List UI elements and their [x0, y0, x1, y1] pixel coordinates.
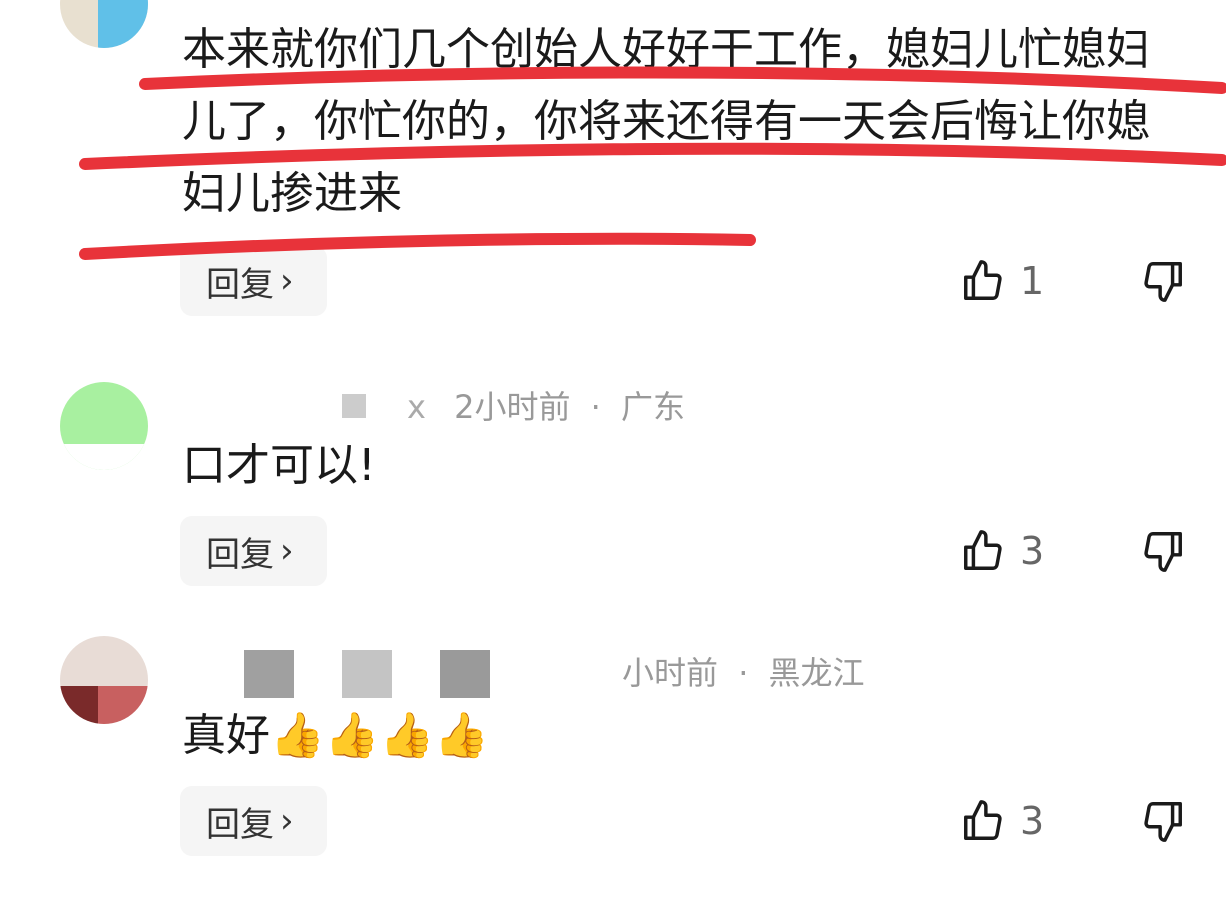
- username-redacted[interactable]: [182, 650, 622, 698]
- chevron-right-icon: ›: [280, 261, 294, 301]
- thumbs-down-icon[interactable]: [1140, 258, 1186, 304]
- avatar[interactable]: [60, 382, 148, 470]
- mosaic-block: [440, 650, 490, 698]
- avatar[interactable]: [60, 0, 148, 48]
- comment-meta: 小时前 · 黑龙江: [182, 648, 865, 698]
- meta-separator: ·: [738, 654, 749, 692]
- avatar-mosaic: [98, 686, 148, 724]
- username-redacted[interactable]: [182, 394, 407, 424]
- like-count: 3: [1020, 529, 1045, 573]
- comment-item: x 2小时前 · 广东 口才可以! 回复 › 3: [0, 330, 1226, 600]
- chevron-right-icon: ›: [280, 801, 294, 841]
- comment-item: 小时前 · 黑龙江 真好👍👍👍👍 回复 › 3: [0, 600, 1226, 902]
- comment-text: 本来就你们几个创始人好好干工作，媳妇儿忙媳妇儿了，你忙你的，你将来还得有一天会后…: [182, 24, 1150, 219]
- like-count: 3: [1020, 799, 1045, 843]
- reply-label: 回复: [206, 804, 274, 845]
- mosaic-block: [244, 650, 294, 698]
- like-button[interactable]: 3: [960, 796, 1044, 846]
- mosaic-block: [342, 394, 366, 418]
- comment-time: 2小时前: [454, 388, 571, 426]
- comment-item: 本来就你们几个创始人好好干工作，媳妇儿忙媳妇儿了，你忙你的，你将来还得有一天会后…: [0, 0, 1226, 330]
- avatar-mosaic: [60, 444, 148, 470]
- meta-separator: ·: [590, 388, 601, 426]
- mosaic-block: [342, 650, 392, 698]
- thumbs-up-icon: [964, 800, 1002, 840]
- comment-location: 黑龙江: [768, 654, 865, 692]
- avatar-mosaic: [98, 0, 148, 48]
- avatar-mosaic: [60, 686, 98, 724]
- comment-text: 口才可以!: [182, 440, 376, 491]
- like-button[interactable]: 1: [960, 256, 1044, 306]
- reply-label: 回复: [206, 534, 274, 575]
- comment-location: 广东: [621, 388, 686, 426]
- reply-button[interactable]: 回复 ›: [180, 246, 327, 316]
- comment-time: 小时前: [622, 654, 719, 692]
- thumbs-up-icon: [964, 530, 1002, 570]
- thumbs-down-icon[interactable]: [1140, 528, 1186, 574]
- reply-label: 回复: [206, 264, 274, 305]
- like-count: 1: [1020, 259, 1045, 303]
- thumbs-down-icon[interactable]: [1140, 798, 1186, 844]
- reply-button[interactable]: 回复 ›: [180, 516, 327, 586]
- thumbs-up-icon: [964, 260, 1002, 300]
- avatar[interactable]: [60, 636, 148, 724]
- comment-text: 真好👍👍👍👍: [182, 710, 490, 761]
- username-suffix: x: [407, 388, 426, 426]
- reply-button[interactable]: 回复 ›: [180, 786, 327, 856]
- comment-meta: x 2小时前 · 广东: [182, 382, 685, 428]
- like-button[interactable]: 3: [960, 526, 1044, 576]
- chevron-right-icon: ›: [280, 531, 294, 571]
